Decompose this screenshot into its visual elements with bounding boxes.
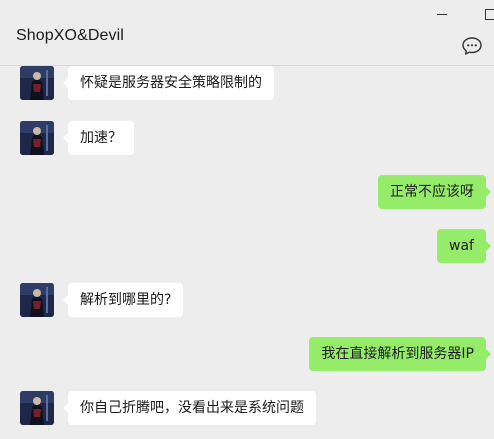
minimize-icon[interactable] <box>432 4 452 24</box>
message-bubble-incoming[interactable]: 你自己折腾吧，没看出来是系统问题 <box>63 391 316 425</box>
message-bubble-incoming[interactable]: 怀疑是服务器安全策略限制的 <box>63 66 274 100</box>
contact-avatar[interactable] <box>20 66 54 100</box>
contact-avatar[interactable] <box>20 283 54 317</box>
message-bubble-incoming[interactable]: 加速？ <box>63 121 134 155</box>
message-bubble-outgoing[interactable]: 正常不应该呀 <box>378 175 491 209</box>
message-list[interactable]: 怀疑是服务器安全策略限制的 加速？ 正常不应该呀 waf 解析到哪里的? 我在直… <box>0 66 494 439</box>
maximize-icon[interactable] <box>480 4 494 24</box>
chat-title: ShopXO&Devil <box>16 27 124 44</box>
message-bubble-outgoing[interactable]: waf <box>437 229 491 263</box>
contact-avatar[interactable] <box>20 391 54 425</box>
message-bubble-outgoing[interactable]: 我在直接解析到服务器IP <box>309 337 491 371</box>
chat-more-icon[interactable] <box>461 36 483 56</box>
message-bubble-incoming[interactable]: 解析到哪里的? <box>62 283 184 317</box>
chat-window: ShopXO&Devil 怀疑是服务器安全策略限制的 加速？ 正常不应该呀 wa… <box>0 0 494 439</box>
contact-avatar[interactable] <box>20 121 54 155</box>
chat-header: ShopXO&Devil <box>0 0 494 66</box>
